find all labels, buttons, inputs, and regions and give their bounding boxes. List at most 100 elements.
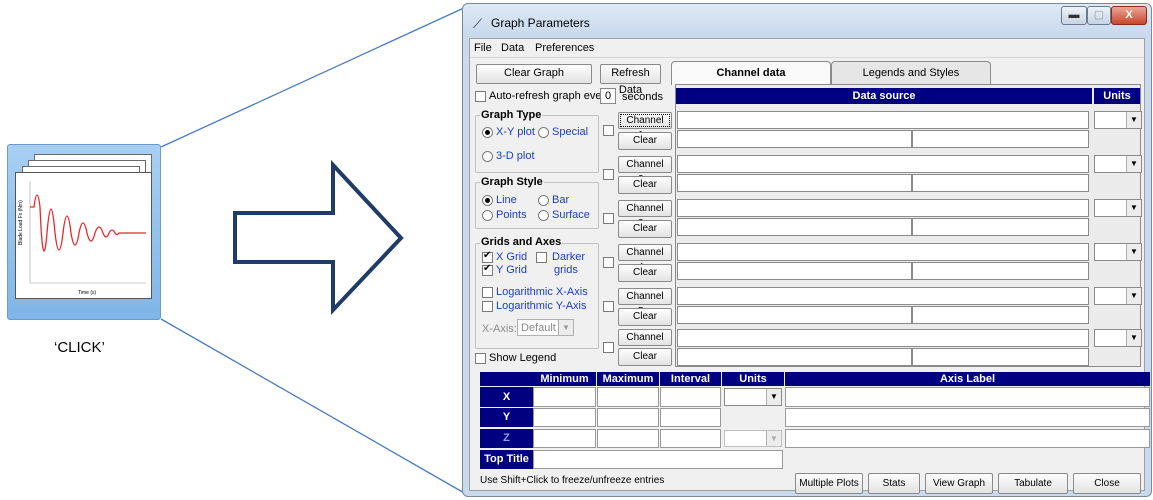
z-units-select[interactable]: ▼ [724,430,782,447]
x-units-select[interactable]: ▼ [724,388,782,406]
channel-5-field-a[interactable] [677,306,912,324]
y-axis-label-input[interactable] [785,408,1150,427]
channel-1-clear-button[interactable]: Clear [618,132,672,150]
menu-bar: File Data Preferences [470,39,1144,58]
z-interval-input[interactable] [660,429,721,448]
channel-5-field-b[interactable] [912,306,1089,324]
channel-3-field-b[interactable] [912,218,1089,236]
z-maximum-input[interactable] [597,429,659,448]
channel-4-button[interactable]: Channel 4... [618,244,672,273]
surface-label: Surface [552,209,590,221]
channel-freeze-checkbox[interactable] [603,169,614,180]
grids-axes-title: Grids and Axes [480,236,563,248]
close-window-button[interactable]: X [1111,6,1147,25]
y-grid-checkbox[interactable] [482,263,493,276]
channel-freeze-checkbox[interactable] [603,342,614,353]
log-y-checkbox[interactable] [482,301,493,312]
channel-3-units-select[interactable]: ▼ [1094,199,1142,217]
channel-4-field-a[interactable] [677,262,912,280]
x-minimum-input[interactable] [533,387,596,407]
refresh-seconds-input[interactable]: 0 [600,88,616,104]
close-button[interactable]: Close [1073,473,1141,494]
channel-5-source-field[interactable] [677,287,1089,305]
y-interval-input[interactable] [660,408,721,427]
channel-freeze-checkbox[interactable] [603,125,614,136]
line-label: Line [496,194,517,206]
log-x-checkbox[interactable] [482,287,493,298]
y-minimum-input[interactable] [533,408,596,427]
view-graph-button[interactable]: View Graph [925,473,993,494]
line-radio[interactable] [482,195,493,206]
channel-1-source-field[interactable] [677,111,1089,129]
darker-grids-checkbox[interactable] [536,252,547,263]
bar-radio[interactable] [538,195,549,206]
x-axis-select[interactable]: Default ▼ [517,319,574,336]
y-row-header: Y [480,408,533,427]
channel-freeze-checkbox[interactable] [603,213,614,224]
grids-label: grids [554,264,578,276]
menu-preferences[interactable]: Preferences [535,42,594,54]
channel-4-units-select[interactable]: ▼ [1094,243,1142,261]
channel-freeze-checkbox[interactable] [603,301,614,312]
3d-plot-radio[interactable] [482,151,493,162]
clear-graph-button[interactable]: Clear Graph [476,64,592,84]
channel-1-field-b[interactable] [912,130,1089,148]
z-minimum-input[interactable] [533,429,596,448]
channel-4-clear-button[interactable]: Clear [618,264,672,282]
channel-5-button[interactable]: Channel 5... [618,288,672,317]
surface-radio[interactable] [538,210,549,221]
channel-6-field-b[interactable] [912,348,1089,366]
auto-refresh-checkbox[interactable] [475,91,486,102]
channel-2-source-field[interactable] [677,155,1089,173]
points-radio[interactable] [482,210,493,221]
channel-3-clear-button[interactable]: Clear [618,220,672,238]
channel-3-source-field[interactable] [677,199,1089,217]
tabulate-button[interactable]: Tabulate [998,473,1068,494]
xy-plot-radio[interactable] [482,127,493,138]
channel-4-source-field[interactable] [677,243,1089,261]
chevron-down-icon: ▼ [766,431,781,446]
channel-2-button[interactable]: Channel 2... [618,156,672,185]
channel-freeze-checkbox[interactable] [603,257,614,268]
channel-5-clear-button[interactable]: Clear [618,308,672,326]
refresh-data-button[interactable]: Refresh Data [600,64,661,96]
x-axis-label-input[interactable] [785,387,1150,407]
channel-1-field-a[interactable] [677,130,912,148]
channel-6-button[interactable]: Channel 6... [618,329,672,358]
z-axis-label-input[interactable] [785,429,1150,448]
top-title-input[interactable] [533,450,783,469]
log-y-label: Logarithmic Y-Axis [496,300,587,312]
channel-5-units-select[interactable]: ▼ [1094,287,1142,305]
channel-2-field-b[interactable] [912,174,1089,192]
y-maximum-input[interactable] [597,408,659,427]
show-legend-checkbox[interactable] [475,353,486,364]
channel-2-field-a[interactable] [677,174,912,192]
channel-2-units-select[interactable]: ▼ [1094,155,1142,173]
channel-3-field-a[interactable] [677,218,912,236]
menu-file[interactable]: File [474,42,492,54]
channel-2-clear-button[interactable]: Clear [618,176,672,194]
channel-4-field-b[interactable] [912,262,1089,280]
tab-channel-data[interactable]: Channel data [671,61,831,85]
x-grid-checkbox[interactable] [482,250,493,263]
menu-data[interactable]: Data [501,42,524,54]
chevron-down-icon: ▼ [1126,200,1141,216]
channel-6-clear-button[interactable]: Clear [618,348,672,366]
x-interval-input[interactable] [660,387,721,407]
stats-button[interactable]: Stats [868,473,920,494]
channel-6-field-a[interactable] [677,348,912,366]
y-grid-label: Y Grid [496,264,527,276]
channel-1-units-select[interactable]: ▼ [1094,111,1142,129]
maximize-button[interactable]: ▢ [1087,6,1111,25]
channel-1-button[interactable]: Channel 1... [618,112,672,141]
axes-corner-cell [480,372,533,386]
minimize-button[interactable]: ▬ [1061,6,1087,25]
special-radio[interactable] [538,127,549,138]
channel-3-button[interactable]: Channel 3... [618,200,672,229]
x-maximum-input[interactable] [597,387,659,407]
freeze-hint-text: Use Shift+Click to freeze/unfreeze entri… [480,475,665,486]
tab-legends-styles[interactable]: Legends and Styles [831,61,991,85]
channel-6-source-field[interactable] [677,329,1089,347]
multiple-plots-button[interactable]: Multiple Plots [795,473,863,494]
channel-6-units-select[interactable]: ▼ [1094,329,1142,347]
